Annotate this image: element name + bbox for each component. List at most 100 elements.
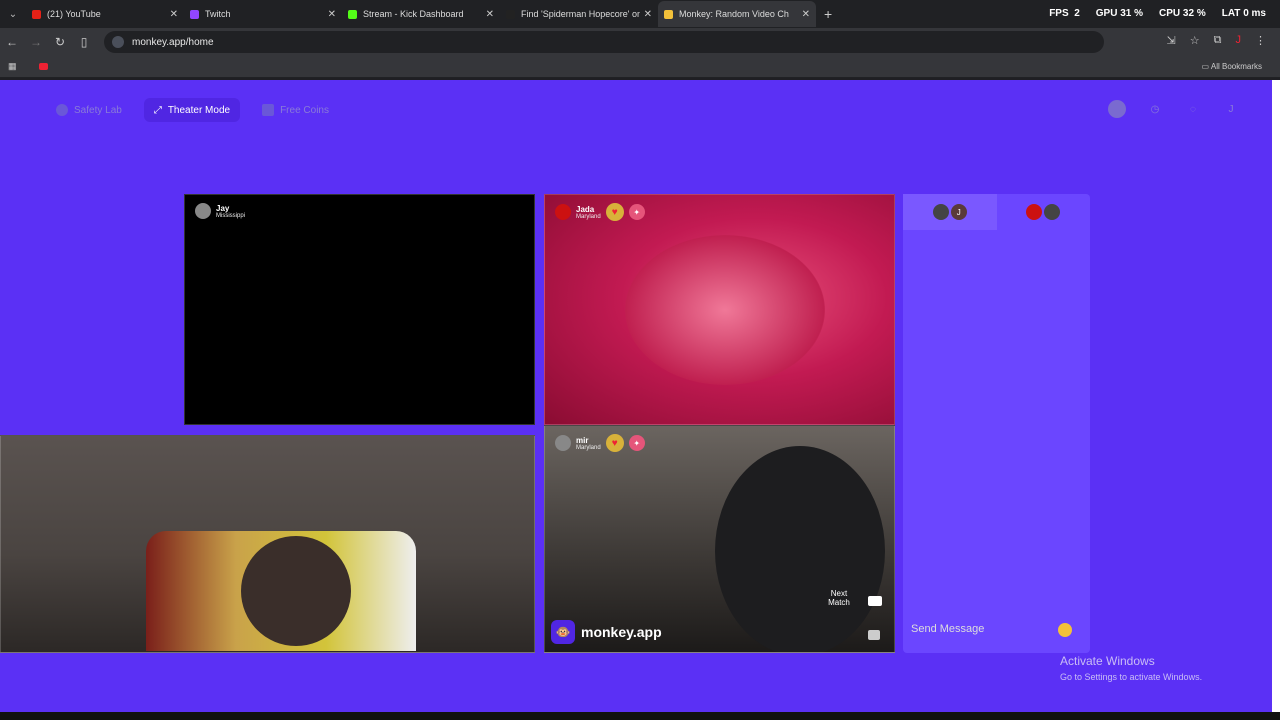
bottom-edge xyxy=(0,712,1280,720)
side-panel-icon[interactable]: ▯ xyxy=(72,35,96,49)
tab-title: Stream - Kick Dashboard xyxy=(363,9,464,19)
brand-watermark: 🐵 monkey.app xyxy=(551,620,662,644)
top-nav: Safety Lab ⤢ Theater Mode Free Coins xyxy=(46,98,339,122)
close-icon[interactable]: ✕ xyxy=(644,9,652,20)
tab-tiktok[interactable]: Find 'Spiderman Hopecore' on ✕ xyxy=(500,1,658,27)
url-text: monkey.app/home xyxy=(132,36,214,48)
forward-icon[interactable]: → xyxy=(24,35,48,49)
user-name: Jada xyxy=(576,204,595,214)
avatar: J xyxy=(950,204,967,220)
nav-label: Theater Mode xyxy=(167,104,231,116)
close-icon[interactable]: ✕ xyxy=(486,9,494,20)
expand-icon: ⤢ xyxy=(153,104,162,116)
avatar xyxy=(555,204,571,220)
activate-windows-watermark: Activate Windows Go to Settings to activ… xyxy=(1060,654,1202,682)
avatar xyxy=(1026,204,1043,220)
history-icon[interactable]: ◷ xyxy=(1146,100,1164,118)
tab-monkey[interactable]: Monkey: Random Video Ch ✕ xyxy=(658,1,816,27)
user-location: Maryland xyxy=(576,213,601,220)
messages-icon[interactable]: ◌ xyxy=(1184,100,1202,118)
chat-tabs: J xyxy=(903,194,1090,230)
menu-icon[interactable]: ⋮ xyxy=(1255,34,1266,47)
heart-icon[interactable]: ♥ xyxy=(605,203,624,221)
coins-icon xyxy=(262,104,275,116)
new-tab-icon[interactable]: + xyxy=(824,6,832,22)
tab-title: Twitch xyxy=(205,9,231,19)
monkey-app-page: Safety Lab ⤢ Theater Mode Free Coins ◷ ◌… xyxy=(0,80,1272,712)
browser-tab-bar: ⌄ (21) YouTube ✕ Twitch ✕ Stream - Kick … xyxy=(0,0,1280,28)
message-input[interactable]: Send Message xyxy=(911,623,984,635)
nav-label: Safety Lab xyxy=(74,104,122,116)
monkey-favicon-icon xyxy=(664,9,673,19)
profile-icon[interactable]: J xyxy=(1236,34,1242,47)
bookmarks-bar: ▦ ▭ All Bookmarks xyxy=(0,56,1280,78)
all-bookmarks[interactable]: ▭ All Bookmarks xyxy=(1202,62,1262,71)
avatar xyxy=(932,204,949,220)
free-coins-button[interactable]: Free Coins xyxy=(252,98,339,122)
tab-twitch[interactable]: Twitch ✕ xyxy=(184,1,342,27)
youtube-bookmark-icon[interactable] xyxy=(38,63,48,70)
user-name: Jay xyxy=(216,203,230,213)
apps-grid-icon[interactable]: ▦ xyxy=(8,61,17,72)
profile-avatar[interactable]: J xyxy=(1222,100,1240,118)
close-icon[interactable]: ✕ xyxy=(328,9,336,20)
video-feed xyxy=(625,235,825,385)
user-label: Jay Mississippi xyxy=(195,203,245,219)
tab-title: (21) YouTube xyxy=(47,9,101,19)
folder-icon: ▭ xyxy=(1201,62,1211,71)
close-icon[interactable]: ✕ xyxy=(170,9,178,20)
top-right-icons: ◷ ◌ J xyxy=(1108,100,1240,118)
streamer-webcam xyxy=(0,435,535,653)
watermark-subtitle: Go to Settings to activate Windows. xyxy=(1060,672,1203,682)
user-label: mir Maryland ♥ ✦ xyxy=(555,434,645,452)
theater-mode-button[interactable]: ⤢ Theater Mode xyxy=(143,98,241,122)
youtube-favicon-icon xyxy=(32,9,41,19)
chat-tab-group[interactable]: J xyxy=(903,194,997,230)
skip-icon[interactable] xyxy=(868,630,880,640)
next-match-icon[interactable] xyxy=(868,596,882,606)
brand-text: monkey.app xyxy=(581,624,662,640)
gift-icon[interactable]: ✦ xyxy=(628,435,645,451)
heart-icon[interactable]: ♥ xyxy=(605,434,624,452)
emoji-icon[interactable] xyxy=(1058,623,1072,637)
toolbar-actions: ⇲ ☆ ⧉ J ⋮ xyxy=(1167,34,1266,47)
video-feed xyxy=(715,446,885,652)
avatar xyxy=(195,203,211,219)
extensions-icon[interactable]: ⧉ xyxy=(1214,34,1222,47)
nav-label: Free Coins xyxy=(280,104,329,116)
perf-overlay: FPS 2 GPU 31 % CPU 32 % LAT 0 ms xyxy=(1049,8,1266,19)
user-location: Mississippi xyxy=(216,212,246,219)
next-match-button[interactable]: Next Match xyxy=(824,589,854,607)
browser-toolbar: ← → ↻ ▯ monkey.app/home xyxy=(0,28,1280,56)
site-info-icon[interactable] xyxy=(112,36,124,48)
safety-lab-button[interactable]: Safety Lab xyxy=(46,98,132,122)
tab-search-icon[interactable]: ⌄ xyxy=(0,0,26,28)
scrollbar[interactable] xyxy=(1272,80,1280,720)
back-icon[interactable]: ← xyxy=(0,35,24,49)
avatar xyxy=(1044,204,1061,220)
tiktok-favicon-icon xyxy=(506,9,515,19)
reload-icon[interactable]: ↻ xyxy=(48,35,72,49)
tab-youtube[interactable]: (21) YouTube ✕ xyxy=(26,1,184,27)
close-icon[interactable]: ✕ xyxy=(802,9,810,20)
tab-title: Find 'Spiderman Hopecore' on xyxy=(521,9,640,19)
shield-icon xyxy=(56,104,68,116)
tab-kick[interactable]: Stream - Kick Dashboard ✕ xyxy=(342,1,500,27)
install-icon[interactable]: ⇲ xyxy=(1167,34,1176,47)
bookmark-star-icon[interactable]: ☆ xyxy=(1190,34,1200,47)
user-label: Jada Maryland ♥ ✦ xyxy=(555,203,645,221)
kick-favicon-icon xyxy=(348,9,357,19)
chat-tab-match[interactable] xyxy=(997,194,1091,230)
gift-icon[interactable]: ✦ xyxy=(628,204,645,220)
friends-icon[interactable] xyxy=(1108,100,1126,118)
chat-panel: J Send Message xyxy=(903,194,1090,653)
monkey-logo-icon: 🐵 xyxy=(551,620,575,644)
user-name: mir xyxy=(576,435,589,445)
twitch-favicon-icon xyxy=(190,9,199,19)
avatar xyxy=(555,435,571,451)
tab-title: Monkey: Random Video Ch xyxy=(679,9,789,19)
video-tile-jada: Jada Maryland ♥ ✦ xyxy=(544,194,895,425)
address-bar[interactable]: monkey.app/home xyxy=(104,31,1104,53)
video-tile-mir: mir Maryland ♥ ✦ Next Match 🐵 monkey.app xyxy=(544,425,895,653)
video-tile-jay: Jay Mississippi xyxy=(184,194,535,425)
